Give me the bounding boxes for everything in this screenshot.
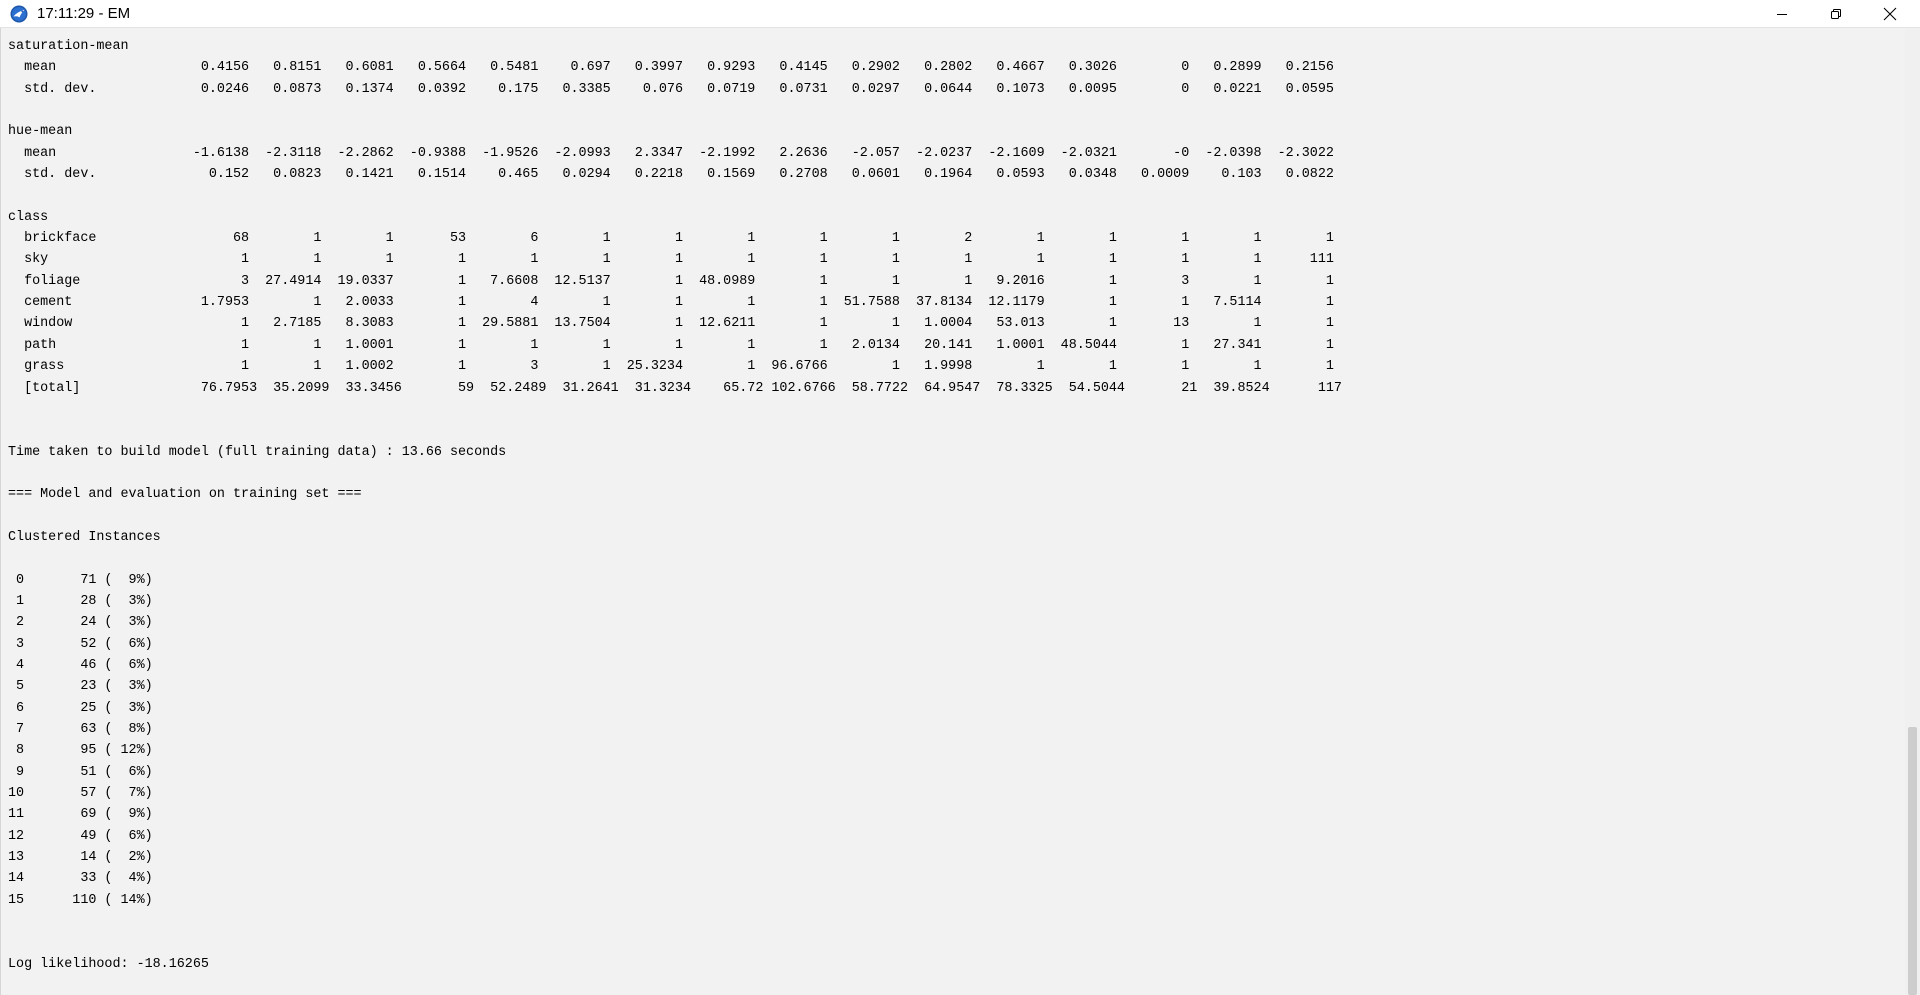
output-line: 11 69 ( 9%) bbox=[8, 807, 153, 823]
weka-bird-icon bbox=[10, 5, 28, 23]
output-line: cement 1.7953 1 2.0033 1 4 1 1 1 1 51.75… bbox=[8, 295, 1334, 311]
output-line: 5 23 ( 3%) bbox=[8, 679, 153, 695]
output-line: 14 33 ( 4%) bbox=[8, 871, 153, 887]
output-line: Clustered Instances bbox=[8, 529, 161, 545]
output-line: class bbox=[8, 209, 49, 225]
minimize-icon bbox=[1776, 8, 1788, 20]
scrollbar-thumb[interactable] bbox=[1908, 727, 1917, 995]
em-result-window: 17:11:29 - EM saturation-mean mean 0.415… bbox=[0, 0, 1920, 995]
output-line: 10 57 ( 7%) bbox=[8, 786, 153, 802]
restore-icon bbox=[1830, 8, 1842, 20]
output-line: 13 14 ( 2%) bbox=[8, 850, 153, 866]
output-line: 0 71 ( 9%) bbox=[8, 572, 153, 588]
clusterer-output-area[interactable]: saturation-mean mean 0.4156 0.8151 0.608… bbox=[0, 28, 1906, 995]
clusterer-output-text[interactable]: saturation-mean mean 0.4156 0.8151 0.608… bbox=[1, 28, 1906, 975]
output-line: === Model and evaluation on training set… bbox=[8, 487, 362, 503]
output-line: brickface 68 1 1 53 6 1 1 1 1 1 2 1 1 1 … bbox=[8, 231, 1334, 247]
close-button[interactable] bbox=[1863, 0, 1917, 27]
close-icon bbox=[1883, 7, 1897, 21]
output-line: Log likelihood: -18.16265 bbox=[8, 956, 209, 972]
output-line: 3 52 ( 6%) bbox=[8, 636, 153, 652]
output-line: mean -1.6138 -2.3118 -2.2862 -0.9388 -1.… bbox=[8, 145, 1334, 161]
maximize-button[interactable] bbox=[1809, 0, 1863, 27]
output-line: 8 95 ( 12%) bbox=[8, 743, 153, 759]
output-line: path 1 1 1.0001 1 1 1 1 1 1 2.0134 20.14… bbox=[8, 337, 1334, 353]
output-line: [total] 76.7953 35.2099 33.3456 59 52.24… bbox=[8, 380, 1342, 396]
output-line: std. dev. 0.152 0.0823 0.1421 0.1514 0.4… bbox=[8, 167, 1334, 183]
output-line: 1 28 ( 3%) bbox=[8, 593, 153, 609]
output-line: Time taken to build model (full training… bbox=[8, 444, 507, 460]
title-bar[interactable]: 17:11:29 - EM bbox=[0, 0, 1920, 28]
window-title: 17:11:29 - EM bbox=[37, 5, 131, 22]
vertical-scrollbar[interactable] bbox=[1905, 28, 1920, 995]
output-line: grass 1 1 1.0002 1 3 1 25.3234 1 96.6766… bbox=[8, 359, 1334, 375]
minimize-button[interactable] bbox=[1755, 0, 1809, 27]
output-line: window 1 2.7185 8.3083 1 29.5881 13.7504… bbox=[8, 316, 1334, 332]
output-line: 9 51 ( 6%) bbox=[8, 764, 153, 780]
output-line: 7 63 ( 8%) bbox=[8, 722, 153, 737]
output-line: 6 25 ( 3%) bbox=[8, 700, 153, 716]
output-line: mean 0.4156 0.8151 0.6081 0.5664 0.5481 … bbox=[8, 60, 1334, 76]
output-line: 12 49 ( 6%) bbox=[8, 828, 153, 844]
output-line: 2 24 ( 3%) bbox=[8, 615, 153, 631]
output-line: saturation-mean bbox=[8, 39, 129, 54]
output-line: 15 110 ( 14%) bbox=[8, 892, 153, 908]
output-line: 4 46 ( 6%) bbox=[8, 657, 153, 673]
output-line: std. dev. 0.0246 0.0873 0.1374 0.0392 0.… bbox=[8, 81, 1334, 97]
output-line: foliage 3 27.4914 19.0337 1 7.6608 12.51… bbox=[8, 273, 1334, 289]
output-line: hue-mean bbox=[8, 124, 73, 140]
output-line: sky 1 1 1 1 1 1 1 1 1 1 1 1 1 1 1 111 bbox=[8, 252, 1334, 268]
